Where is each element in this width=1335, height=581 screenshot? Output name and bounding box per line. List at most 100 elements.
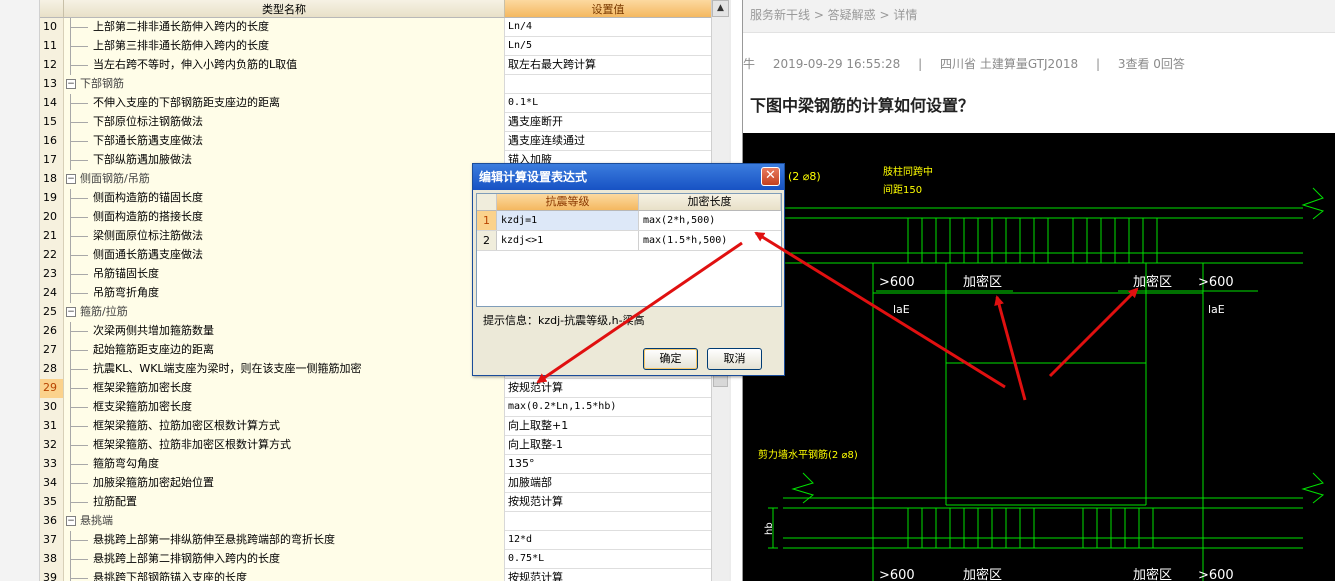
setting-name-cell[interactable]: 下部通长筋遇支座做法	[64, 132, 505, 151]
collapse-icon[interactable]: −	[66, 307, 76, 317]
tree-branch	[70, 236, 88, 237]
setting-name-cell[interactable]: 侧面构造筋的锚固长度	[64, 189, 505, 208]
tree-branch	[70, 502, 88, 503]
grid-row[interactable]: 12 当左右跨不等时，伸入小跨内负筋的L取值 取左右最大跨计算	[40, 56, 711, 75]
expression-row[interactable]: 2 kzdj<>1 max(1.5*h,500)	[477, 231, 781, 251]
setting-name-cell[interactable]: 不伸入支座的下部钢筋距支座边的距离	[64, 94, 505, 113]
setting-name: 箍筋/拉筋	[80, 305, 128, 318]
setting-value-cell[interactable]: 0.75*L	[505, 550, 711, 569]
setting-value-cell[interactable]: Ln/5	[505, 37, 711, 56]
setting-value-cell[interactable]: 向上取整-1	[505, 436, 711, 455]
setting-value-cell[interactable]	[505, 512, 711, 531]
cad-lae-left: laE	[893, 303, 910, 316]
setting-name-cell[interactable]: 下部原位标注钢筋做法	[64, 113, 505, 132]
dialog-title[interactable]: 编辑计算设置表达式	[473, 164, 784, 190]
grid-row[interactable]: 30 框支梁箍筋加密长度 max(0.2*Ln,1.5*hb)	[40, 398, 711, 417]
scroll-thumb[interactable]	[713, 375, 728, 387]
grid-row[interactable]: 31 框架梁箍筋、拉筋加密区根数计算方式 向上取整+1	[40, 417, 711, 436]
setting-value-cell[interactable]: 12*d	[505, 531, 711, 550]
collapse-icon[interactable]: −	[66, 79, 76, 89]
grid-row[interactable]: 10 上部第二排非通长筋伸入跨内的长度 Ln/4	[40, 18, 711, 37]
seismic-condition-cell[interactable]: kzdj=1	[497, 211, 639, 230]
grid-row[interactable]: 35 拉筋配置 按规范计算	[40, 493, 711, 512]
setting-name-cell[interactable]: 悬挑跨上部第二排钢筋伸入跨内的长度	[64, 550, 505, 569]
setting-value-cell[interactable]: 按规范计算	[505, 379, 711, 398]
setting-name: 当左右跨不等时，伸入小跨内负筋的L取值	[93, 58, 298, 71]
setting-value-cell[interactable]: 135°	[505, 455, 711, 474]
setting-name-cell[interactable]: − 悬挑端	[64, 512, 505, 531]
grid-row[interactable]: 15 下部原位标注钢筋做法 遇支座断开	[40, 113, 711, 132]
setting-value-cell[interactable]: 向上取整+1	[505, 417, 711, 436]
grid-row[interactable]: 32 框架梁箍筋、拉筋非加密区根数计算方式 向上取整-1	[40, 436, 711, 455]
grid-group-row[interactable]: 13− 下部钢筋	[40, 75, 711, 94]
setting-name-cell[interactable]: 框架梁箍筋加密长度	[64, 379, 505, 398]
expression-row[interactable]: 1 kzdj=1 max(2*h,500)	[477, 211, 781, 231]
setting-name-cell[interactable]: − 箍筋/拉筋	[64, 303, 505, 322]
breadcrumb[interactable]: 服务新干线 > 答疑解惑 > 详情	[750, 6, 917, 23]
densify-length-cell[interactable]: max(2*h,500)	[639, 211, 781, 230]
setting-value-cell[interactable]: 遇支座连续通过	[505, 132, 711, 151]
setting-name-cell[interactable]: 箍筋弯勾角度	[64, 455, 505, 474]
setting-name-cell[interactable]: 框架梁箍筋、拉筋非加密区根数计算方式	[64, 436, 505, 455]
grid-row[interactable]: 34 加腋梁箍筋加密起始位置 加腋端部	[40, 474, 711, 493]
setting-value-cell[interactable]: max(0.2*Ln,1.5*hb)	[505, 398, 711, 417]
seismic-condition-cell[interactable]: kzdj<>1	[497, 231, 639, 250]
grid-header-value[interactable]: 设置值	[505, 0, 711, 18]
setting-value-cell[interactable]: Ln/4	[505, 18, 711, 37]
setting-name-cell[interactable]: 吊筋弯折角度	[64, 284, 505, 303]
setting-value-cell[interactable]: 加腋端部	[505, 474, 711, 493]
setting-name-cell[interactable]: 下部纵筋遇加腋做法	[64, 151, 505, 170]
close-icon[interactable]: ✕	[761, 167, 780, 186]
densify-length-cell[interactable]: max(1.5*h,500)	[639, 231, 781, 250]
scroll-up-icon[interactable]: ▲	[712, 0, 729, 17]
grid-row[interactable]: 16 下部通长筋遇支座做法 遇支座连续通过	[40, 132, 711, 151]
ok-button[interactable]: 确定	[643, 348, 698, 370]
grid-row[interactable]: 37 悬挑跨上部第一排纵筋伸至悬挑跨端部的弯折长度 12*d	[40, 531, 711, 550]
expression-header-length[interactable]: 加密长度	[639, 194, 781, 211]
setting-name-cell[interactable]: 抗震KL、WKL端支座为梁时，则在该支座一侧箍筋加密	[64, 360, 505, 379]
setting-name: 箍筋弯勾角度	[93, 457, 159, 470]
grid-row[interactable]: 33 箍筋弯勾角度 135°	[40, 455, 711, 474]
setting-name-cell[interactable]: 梁侧面原位标注筋做法	[64, 227, 505, 246]
setting-name-cell[interactable]: 拉筋配置	[64, 493, 505, 512]
grid-row[interactable]: 39 悬挑跨下部钢筋锚入支座的长度 按规范计算	[40, 569, 711, 581]
edit-expression-dialog[interactable]: 编辑计算设置表达式 ✕ 抗震等级 加密长度 1 kzdj=1 max(2*h,5…	[472, 163, 785, 376]
setting-name-cell[interactable]: 框架梁箍筋、拉筋加密区根数计算方式	[64, 417, 505, 436]
setting-name-cell[interactable]: 次梁两侧共增加箍筋数量	[64, 322, 505, 341]
grid-row[interactable]: 38 悬挑跨上部第二排钢筋伸入跨内的长度 0.75*L	[40, 550, 711, 569]
setting-name-cell[interactable]: − 侧面钢筋/吊筋	[64, 170, 505, 189]
grid-header-name[interactable]: 类型名称	[64, 0, 505, 18]
setting-name-cell[interactable]: 侧面构造筋的搭接长度	[64, 208, 505, 227]
setting-value-cell[interactable]: 0.1*L	[505, 94, 711, 113]
grid-header-index	[40, 0, 64, 18]
grid-group-row[interactable]: 36− 悬挑端	[40, 512, 711, 531]
setting-name-cell[interactable]: 侧面通长筋遇支座做法	[64, 246, 505, 265]
cad-label-rebar: (2 ⌀8)	[788, 170, 821, 183]
setting-name-cell[interactable]: 起始箍筋距支座边的距离	[64, 341, 505, 360]
grid-row[interactable]: 11 上部第三排非通长筋伸入跨内的长度 Ln/5	[40, 37, 711, 56]
setting-name-cell[interactable]: 当左右跨不等时，伸入小跨内负筋的L取值	[64, 56, 505, 75]
grid-row[interactable]: 14 不伸入支座的下部钢筋距支座边的距离 0.1*L	[40, 94, 711, 113]
setting-name: 下部钢筋	[80, 77, 124, 90]
setting-name-cell[interactable]: 上部第二排非通长筋伸入跨内的长度	[64, 18, 505, 37]
setting-value-cell[interactable]	[505, 75, 711, 94]
question-region-product[interactable]: 四川省 土建算量GTJ2018	[940, 57, 1078, 71]
setting-name-cell[interactable]: 吊筋锚固长度	[64, 265, 505, 284]
setting-name-cell[interactable]: 悬挑跨上部第一排纵筋伸至悬挑跨端部的弯折长度	[64, 531, 505, 550]
tree-branch	[70, 160, 88, 161]
setting-name-cell[interactable]: 加腋梁箍筋加密起始位置	[64, 474, 505, 493]
setting-name-cell[interactable]: 悬挑跨下部钢筋锚入支座的长度	[64, 569, 505, 581]
grid-row[interactable]: 29 框架梁箍筋加密长度 按规范计算	[40, 379, 711, 398]
setting-name-cell[interactable]: 上部第三排非通长筋伸入跨内的长度	[64, 37, 505, 56]
setting-value-cell[interactable]: 按规范计算	[505, 493, 711, 512]
setting-value-cell[interactable]: 取左右最大跨计算	[505, 56, 711, 75]
collapse-icon[interactable]: −	[66, 516, 76, 526]
setting-name-cell[interactable]: − 下部钢筋	[64, 75, 505, 94]
setting-value-cell[interactable]: 遇支座断开	[505, 113, 711, 132]
cancel-button[interactable]: 取消	[707, 348, 762, 370]
setting-name-cell[interactable]: 框支梁箍筋加密长度	[64, 398, 505, 417]
collapse-icon[interactable]: −	[66, 174, 76, 184]
row-number: 29	[40, 379, 64, 398]
expression-header-seismic[interactable]: 抗震等级	[497, 194, 639, 211]
setting-value-cell[interactable]: 按规范计算	[505, 569, 711, 581]
